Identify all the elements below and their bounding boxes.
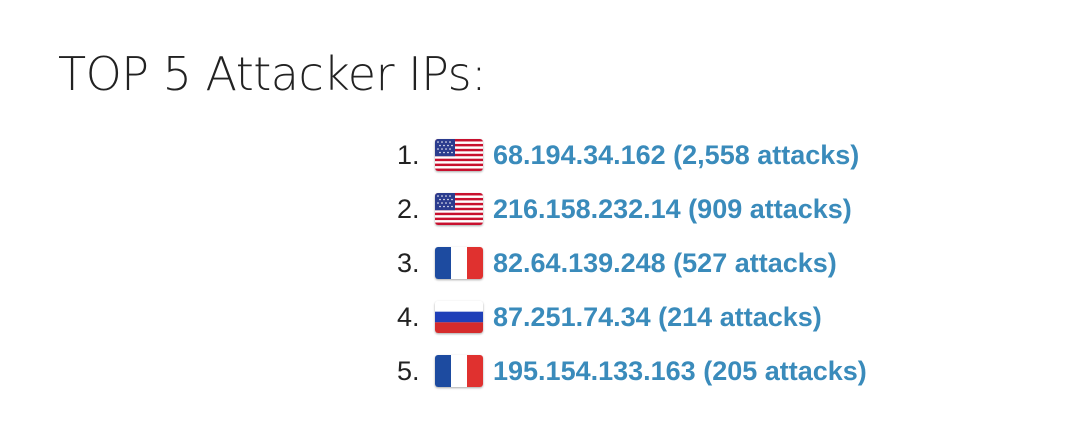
rank-number: 4. [397, 301, 420, 332]
rank-number: 3. [397, 247, 420, 278]
us-flag-icon [435, 193, 483, 225]
page-title: TOP 5 Attacker IPs: [58, 47, 487, 101]
rank-number: 5. [397, 355, 420, 386]
fr-flag-icon [435, 355, 483, 387]
rank-number: 2. [397, 193, 420, 224]
fr-flag-icon [435, 247, 483, 279]
list-item: 4. 87.251.74.34 (214 attacks) [397, 290, 867, 344]
us-flag-icon [435, 139, 483, 171]
rank-number: 1. [397, 139, 420, 170]
attacker-ip-link[interactable]: 195.154.133.163 (205 attacks) [493, 356, 867, 387]
attacker-ip-link[interactable]: 68.194.34.162 (2,558 attacks) [493, 140, 859, 171]
list-item: 3. 82.64.139.248 (527 attacks) [397, 236, 867, 290]
attacker-ip-link[interactable]: 87.251.74.34 (214 attacks) [493, 302, 822, 333]
list-item: 5. 195.154.133.163 (205 attacks) [397, 344, 867, 398]
ru-flag-icon [435, 301, 483, 333]
list-item: 1. 68.194.34.162 (2,558 attacks) [397, 128, 867, 182]
attacker-list: 1. 68.194.34.162 (2,558 attacks) 2. 216.… [397, 128, 867, 398]
attacker-ip-link[interactable]: 82.64.139.248 (527 attacks) [493, 248, 837, 279]
attacker-ip-link[interactable]: 216.158.232.14 (909 attacks) [493, 194, 852, 225]
list-item: 2. 216.158.232.14 (909 attacks) [397, 182, 867, 236]
